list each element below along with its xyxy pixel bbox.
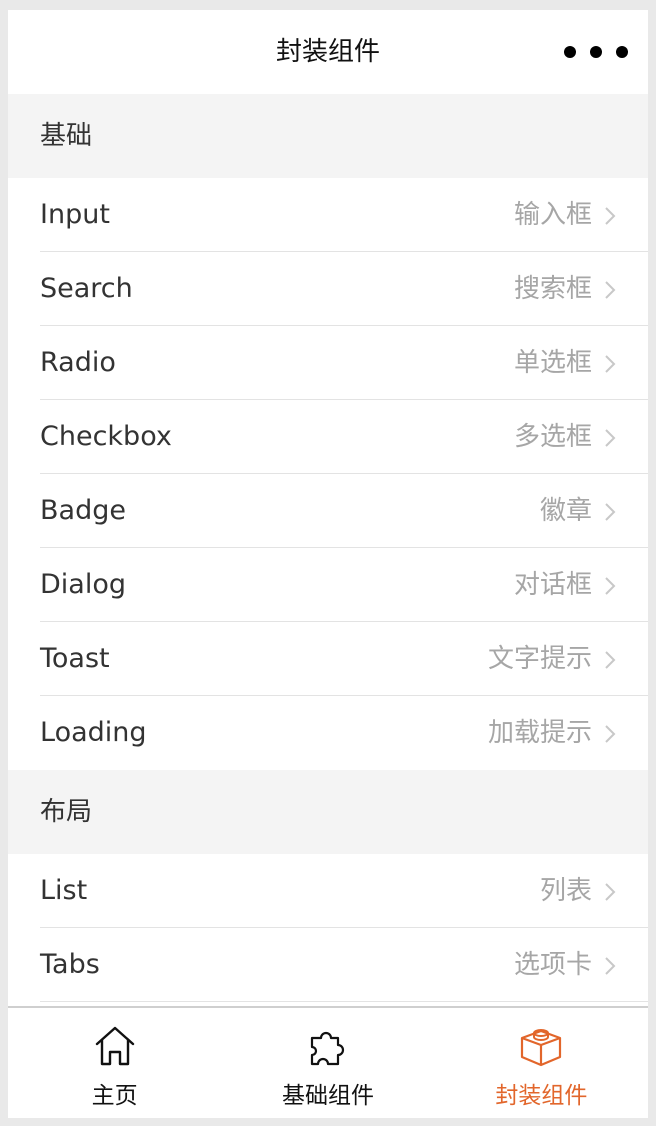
app-screen: 封装组件 基础 Input 输入框 Search 搜索框 Radio 单选框 C… xyxy=(8,10,648,1118)
section-header-layout: 布局 xyxy=(8,770,648,854)
dot xyxy=(590,46,602,58)
item-title: Search xyxy=(40,273,133,304)
list-item-list[interactable]: List 列表 xyxy=(8,854,648,928)
item-title: Dialog xyxy=(40,569,126,600)
item-title: Input xyxy=(40,199,110,230)
item-title: Checkbox xyxy=(40,421,172,452)
dot xyxy=(616,46,628,58)
item-title: Tabs xyxy=(40,949,100,980)
chevron-right-icon xyxy=(605,355,616,373)
list-item-badge[interactable]: Badge 徽章 xyxy=(8,474,648,548)
chevron-right-icon xyxy=(605,577,616,595)
dot xyxy=(564,46,576,58)
chevron-right-icon xyxy=(605,281,616,299)
item-subtitle: 输入框 xyxy=(513,200,592,230)
chevron-right-icon xyxy=(605,725,616,743)
list-item-tabs[interactable]: Tabs 选项卡 xyxy=(8,928,648,1002)
item-subtitle: 加载提示 xyxy=(487,718,592,748)
item-title: Radio xyxy=(40,347,116,378)
more-dots-icon[interactable] xyxy=(564,40,628,64)
chevron-right-icon xyxy=(605,207,616,225)
tab-label: 主页 xyxy=(91,1083,138,1109)
item-subtitle: 列表 xyxy=(539,876,592,906)
chevron-right-icon xyxy=(605,883,616,901)
tab-label: 基础组件 xyxy=(281,1083,374,1109)
divider xyxy=(40,1001,648,1002)
item-subtitle: 选项卡 xyxy=(513,950,592,980)
chevron-right-icon xyxy=(605,957,616,975)
tab-label: 封装组件 xyxy=(495,1083,588,1109)
tab-basic-components[interactable]: 基础组件 xyxy=(221,1008,434,1118)
list-item-checkbox[interactable]: Checkbox 多选框 xyxy=(8,400,648,474)
item-subtitle: 徽章 xyxy=(539,496,592,526)
home-icon xyxy=(95,1026,134,1066)
item-subtitle: 单选框 xyxy=(513,348,592,378)
list-item-loading[interactable]: Loading 加载提示 xyxy=(8,696,648,770)
component-list: 基础 Input 输入框 Search 搜索框 Radio 单选框 Checkb… xyxy=(8,94,648,1002)
item-subtitle: 搜索框 xyxy=(513,274,592,304)
item-subtitle: 对话框 xyxy=(513,570,592,600)
list-item-input[interactable]: Input 输入框 xyxy=(8,178,648,252)
tab-home[interactable]: 主页 xyxy=(8,1008,221,1118)
chevron-right-icon xyxy=(605,429,616,447)
item-title: Loading xyxy=(40,717,147,748)
puzzle-icon xyxy=(310,1031,345,1066)
block-icon xyxy=(521,1029,562,1067)
chevron-right-icon xyxy=(605,503,616,521)
item-title: Badge xyxy=(40,495,126,526)
list-item-toast[interactable]: Toast 文字提示 xyxy=(8,622,648,696)
item-title: List xyxy=(40,875,88,906)
tab-bar: 主页 基础组件 封装组件 xyxy=(8,1006,648,1118)
page-title: 封装组件 xyxy=(275,37,380,67)
tab-packaged-components[interactable]: 封装组件 xyxy=(435,1008,648,1118)
item-subtitle: 文字提示 xyxy=(487,644,592,674)
item-title: Toast xyxy=(40,643,110,674)
section-header-basic: 基础 xyxy=(8,94,648,178)
list-item-radio[interactable]: Radio 单选框 xyxy=(8,326,648,400)
list-item-search[interactable]: Search 搜索框 xyxy=(8,252,648,326)
item-subtitle: 多选框 xyxy=(513,422,592,452)
chevron-right-icon xyxy=(605,651,616,669)
list-item-dialog[interactable]: Dialog 对话框 xyxy=(8,548,648,622)
navigation-bar: 封装组件 xyxy=(8,10,648,94)
